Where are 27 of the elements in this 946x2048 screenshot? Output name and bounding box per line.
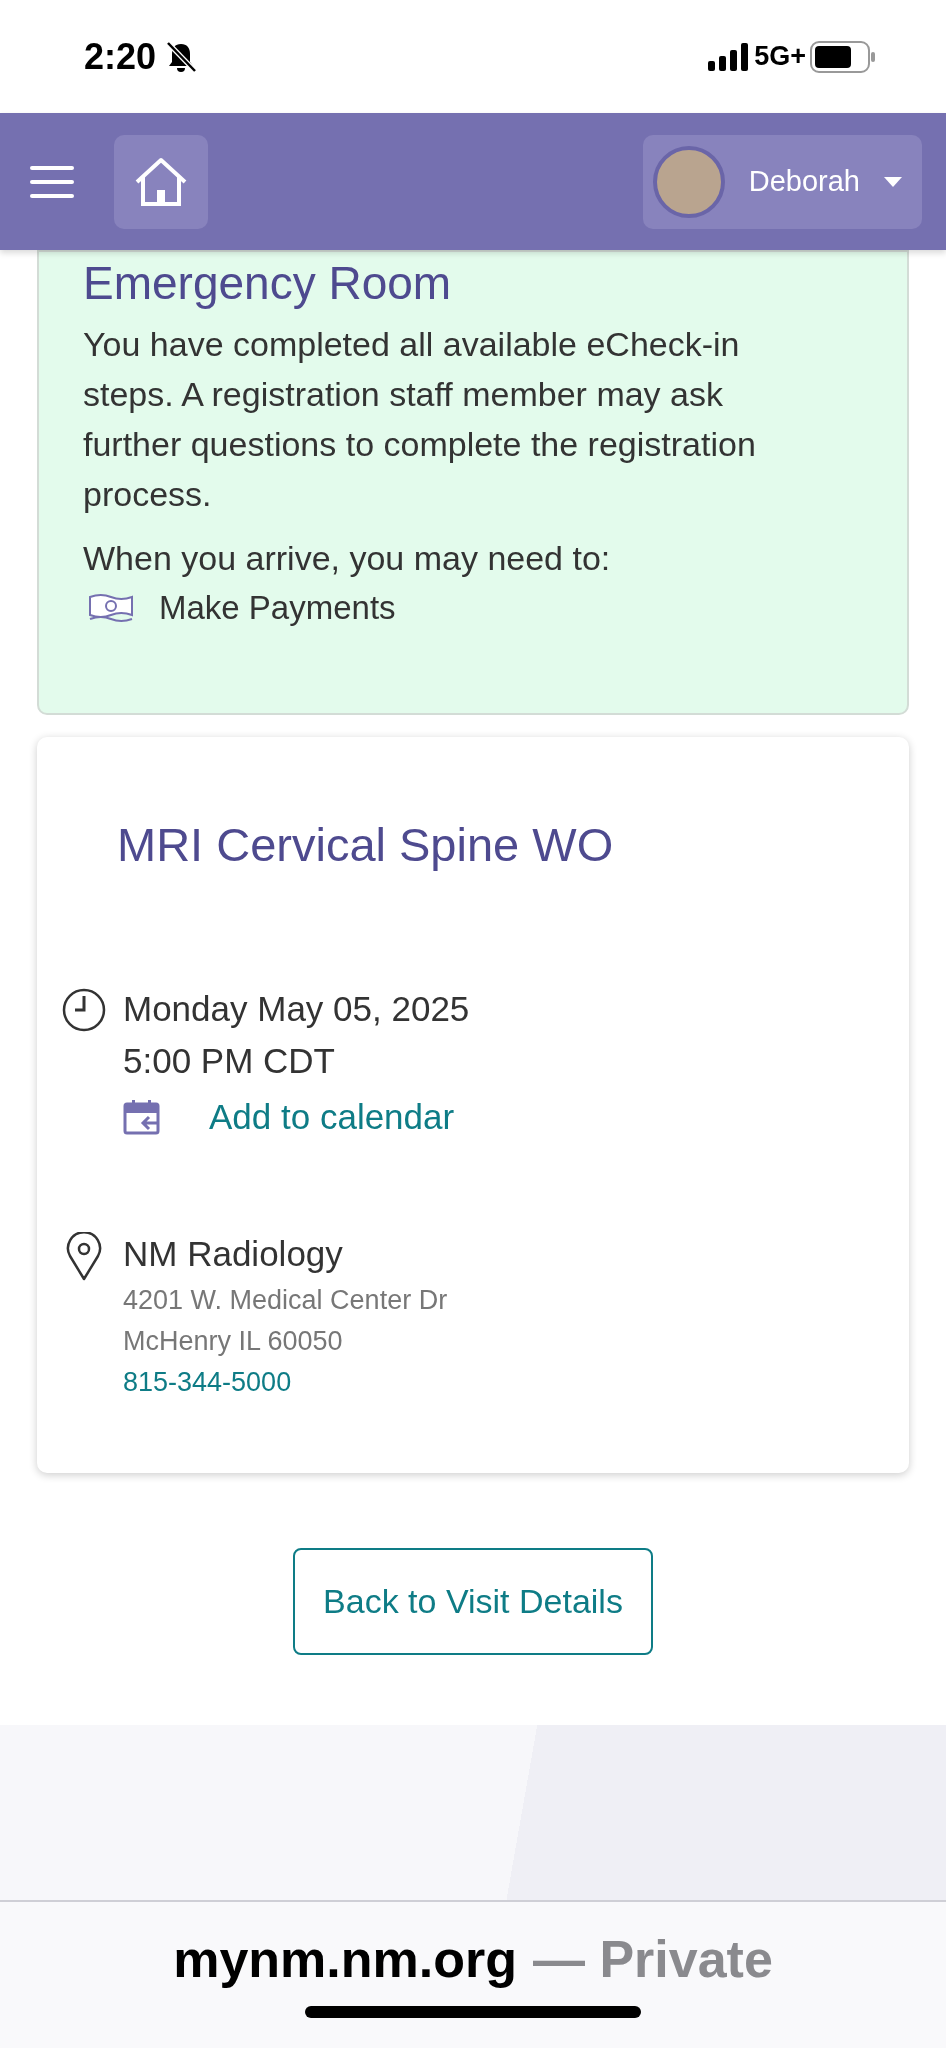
task-label: Make Payments — [159, 587, 396, 628]
browsing-mode-label: — Private — [532, 1929, 773, 1990]
back-button[interactable]: Back to Visit Details — [293, 1548, 653, 1656]
user-menu-button[interactable]: Deborah — [642, 134, 922, 229]
add-to-calendar-link[interactable]: Add to calendar — [209, 1091, 455, 1144]
calendar-icon — [123, 1099, 161, 1136]
address-line: McHenry IL 60050 — [123, 1325, 344, 1359]
appointment-date: Monday May 05, 2025 — [123, 988, 470, 1030]
arrive-prompt: When you arrive, you may need to: — [83, 537, 612, 579]
checkin-message: You have completed all available eCheck-in steps. A registration staff member may ask further questions to complete the registration process. — [83, 323, 757, 515]
home-icon — [133, 155, 189, 208]
appointment-time: 5:00 PM CDT — [123, 1040, 336, 1082]
location-name: NM Radiology — [123, 1233, 344, 1276]
url-domain: mynm.nm.org — [173, 1929, 517, 1990]
battery-icon — [810, 40, 876, 73]
money-icon — [87, 592, 135, 623]
card-title: Emergency Room — [83, 256, 453, 309]
appointment-title: MRI Cervical Spine WO — [117, 816, 615, 873]
clock-icon — [61, 987, 107, 1033]
bell-muted-icon — [164, 39, 199, 74]
caret-icon — [884, 176, 902, 187]
phone-link[interactable]: 815-344-5000 — [123, 1362, 448, 1404]
status-time: 2:20 — [84, 34, 157, 79]
address-line: 4201 W. Medical Center Dr — [123, 1284, 448, 1318]
home-button[interactable] — [114, 134, 208, 229]
network-label: 5G+ — [754, 40, 806, 74]
signal-icon — [708, 42, 751, 71]
